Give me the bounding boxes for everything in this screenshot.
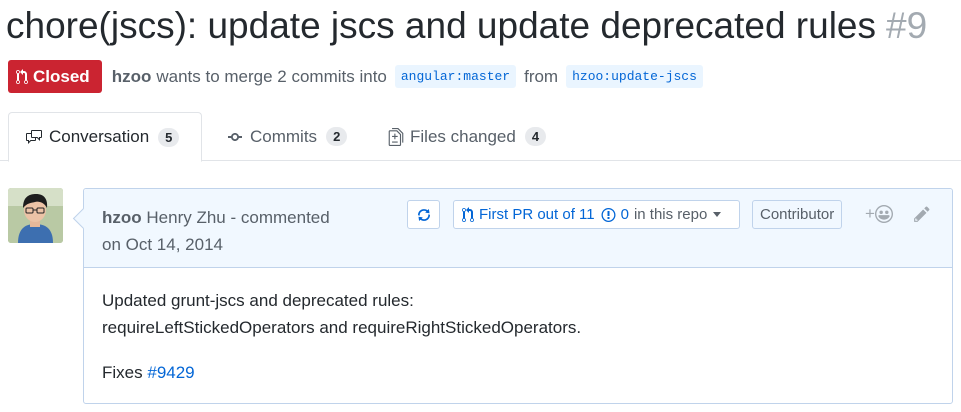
add-reaction-button[interactable]: + xyxy=(865,204,893,224)
comment-box: hzoo Henry Zhu - commented on Oct 14, 20… xyxy=(83,188,953,404)
in-repo-label: in this repo xyxy=(633,206,708,223)
issue-count: 0 xyxy=(620,206,629,223)
git-commit-icon xyxy=(228,132,242,141)
tab-label: Conversation xyxy=(49,127,150,146)
comment-author-link[interactable]: hzoo xyxy=(102,208,142,227)
file-diff-icon xyxy=(388,127,404,146)
comment-timestamp[interactable]: on Oct 14, 2014 xyxy=(102,235,223,254)
tab-counter: 5 xyxy=(158,127,180,147)
issue-opened-icon xyxy=(601,207,616,222)
fixes-label: Fixes xyxy=(102,363,143,382)
pr-author-link[interactable]: hzoo xyxy=(112,67,152,87)
pr-number: #9 xyxy=(886,5,928,46)
body-line-2: requireLeftStickedOperators and requireR… xyxy=(102,318,582,337)
pencil-icon xyxy=(914,206,930,222)
pr-title: chore(jscs): update jscs and update depr… xyxy=(6,2,961,50)
tab-label: Commits xyxy=(250,126,318,146)
git-pull-request-icon xyxy=(462,206,474,222)
tab-label: Files changed xyxy=(410,126,516,146)
merge-text: wants to merge 2 commits into xyxy=(156,66,387,86)
git-pull-request-icon xyxy=(16,68,28,84)
comment-paragraph-fixes: Fixes #9429 xyxy=(102,359,932,386)
sync-icon xyxy=(417,208,430,221)
comment-meta: hzoo Henry Zhu - commented on Oct 14, 20… xyxy=(102,204,392,258)
body-line-1: Updated grunt-jscs and deprecated rules: xyxy=(102,291,414,310)
head-branch[interactable]: hzoo:update-jscs xyxy=(566,65,703,88)
plus-icon: + xyxy=(865,204,875,223)
from-word: from xyxy=(524,66,559,86)
pr-title-text: chore(jscs): update jscs and update depr… xyxy=(6,5,877,46)
sync-button[interactable] xyxy=(407,200,440,229)
merge-summary: hzoo wants to merge 2 commits into angul… xyxy=(112,65,711,88)
comment-paragraph: Updated grunt-jscs and deprecated rules:… xyxy=(102,287,932,341)
chevron-down-icon xyxy=(713,212,722,217)
status-badge: Closed xyxy=(8,60,102,93)
smiley-icon xyxy=(874,205,893,223)
issue-link[interactable]: #9429 xyxy=(147,363,194,382)
tab-files-changed[interactable]: Files changed 4 xyxy=(372,112,562,161)
base-branch[interactable]: angular:master xyxy=(394,65,517,88)
comment-author-name: Henry Zhu xyxy=(146,208,226,227)
first-pr-dropdown[interactable]: First PR out of 11 0 in this repo xyxy=(453,200,740,229)
tab-counter: 4 xyxy=(524,127,547,146)
comment-body: Updated grunt-jscs and deprecated rules:… xyxy=(102,287,932,386)
tab-commits[interactable]: Commits 2 xyxy=(210,112,363,161)
avatar-photo xyxy=(8,188,63,243)
comment-header: hzoo Henry Zhu - commented on Oct 14, 20… xyxy=(84,189,952,268)
tab-conversation[interactable]: Conversation 5 xyxy=(8,112,202,162)
status-label: Closed xyxy=(33,66,90,86)
comment-action: - commented xyxy=(230,208,330,227)
edit-comment-button[interactable] xyxy=(913,205,931,228)
pr-meta: Closed hzoo wants to merge 2 commits int… xyxy=(8,60,711,93)
pr-tabs: Conversation 5 Commits 2 Files changed 4 xyxy=(0,112,961,162)
contributor-badge: Contributor xyxy=(752,200,843,229)
comment-discussion-icon xyxy=(26,130,42,144)
avatar[interactable] xyxy=(8,188,63,243)
tab-counter: 2 xyxy=(326,127,348,146)
first-pr-label: First PR out of 11 xyxy=(479,206,595,223)
